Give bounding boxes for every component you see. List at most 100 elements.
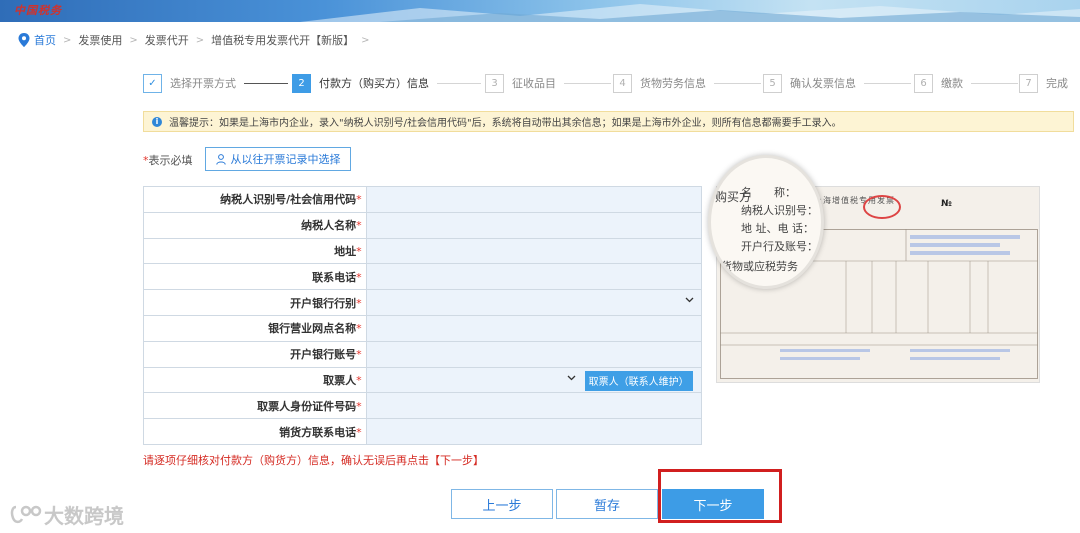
step-4: 4 货物劳务信息 xyxy=(613,73,761,93)
breadcrumb-invoice-use[interactable]: 发票使用 xyxy=(78,32,122,48)
step-number: 6 xyxy=(914,73,933,93)
phone-input[interactable] xyxy=(365,263,703,291)
step-2: 2 付款方（购买方）信息 xyxy=(292,73,481,93)
required-star: * xyxy=(356,348,362,362)
label-text: 开户银行行别 xyxy=(290,296,357,310)
required-hint: *表示必填 xyxy=(143,152,193,168)
seller-phone-input[interactable] xyxy=(365,418,703,445)
buyer-info-form: 纳税人识别号/社会信用代码* 纳税人名称* 地址* 联系电话* 开户银行行别* … xyxy=(143,186,703,445)
taxpayer-name-input[interactable] xyxy=(365,211,703,239)
history-button-label: 从以往开票记录中选择 xyxy=(230,153,341,166)
save-draft-button[interactable]: 暂存 xyxy=(556,489,658,519)
breadcrumb-home[interactable]: 首页 xyxy=(34,32,56,48)
watermark-logo-icon xyxy=(10,505,42,523)
field-label: 取票人身份证件号码* xyxy=(143,392,367,420)
progress-stepper: ✓ 选择开票方式 2 付款方（购买方）信息 3 征收品目 4 货物劳务信息 5 … xyxy=(143,73,1073,93)
step-label: 征收品目 xyxy=(512,77,556,90)
breadcrumb: 首页 > 发票使用 > 发票代开 > 增值税专用发票代开【新版】 > xyxy=(18,32,377,48)
notice-text: 温馨提示：如果是上海市内企业，录入"纳税人识别号/社会信用代码"后，系统将自动带… xyxy=(169,118,842,129)
history-records-button[interactable]: 从以往开票记录中选择 xyxy=(205,147,351,171)
breadcrumb-vat-special[interactable]: 增值税专用发票代开【新版】 xyxy=(211,32,354,48)
label-text: 纳税人名称 xyxy=(301,219,357,233)
contact-maintain-button[interactable]: 取票人（联系人维护） xyxy=(584,370,693,391)
form-row: 取票人身份证件号码* xyxy=(143,392,703,420)
site-logo[interactable]: 中国税务 xyxy=(14,2,62,18)
required-star: * xyxy=(356,270,362,284)
magnifier-line: 地 址、电 话： xyxy=(741,222,814,235)
step-label: 付款方（购买方）信息 xyxy=(319,77,429,90)
step-number: 7 xyxy=(1019,73,1038,93)
step-number: 3 xyxy=(485,73,504,93)
form-row: 银行营业网点名称* xyxy=(143,314,703,342)
step-connector xyxy=(864,82,911,84)
field-label: 销货方联系电话* xyxy=(143,418,367,445)
step-connector xyxy=(437,82,481,84)
step-label: 货物劳务信息 xyxy=(640,77,706,90)
step-number: 5 xyxy=(763,73,782,93)
chevron-down-icon xyxy=(567,375,576,380)
chevron-down-icon xyxy=(685,297,694,303)
label-text: 开户银行账号 xyxy=(290,348,357,362)
chevron-right-icon: > xyxy=(129,34,138,46)
bank-type-select[interactable] xyxy=(365,289,703,316)
field-label: 取票人* xyxy=(143,366,367,394)
step-connector xyxy=(244,82,288,84)
label-text: 取票人 xyxy=(323,373,357,387)
required-star: * xyxy=(356,193,362,207)
form-row: 纳税人识别号/社会信用代码* xyxy=(143,186,703,213)
step-number: 2 xyxy=(292,73,311,93)
bank-account-input[interactable] xyxy=(365,340,703,368)
label-text: 联系电话 xyxy=(312,270,357,284)
step-number: 4 xyxy=(613,73,632,93)
label-text: 销货方联系电话 xyxy=(279,425,357,439)
confirm-warning: 请逐项仔细核对付款方（购货方）信息，确认无误后再点击【下一步】 xyxy=(143,454,484,467)
next-button-highlight xyxy=(658,469,782,523)
required-star: * xyxy=(356,399,362,413)
label-text: 地址 xyxy=(334,244,357,258)
field-label: 开户银行行别* xyxy=(143,289,367,316)
collector-id-input[interactable] xyxy=(365,392,703,420)
step-label: 选择开票方式 xyxy=(170,77,236,90)
info-icon: i xyxy=(152,116,162,127)
required-star: * xyxy=(356,244,362,258)
chevron-right-icon: > xyxy=(195,34,205,46)
step-connector xyxy=(714,82,761,84)
step-connector xyxy=(971,82,1018,84)
location-pin-icon xyxy=(18,33,30,47)
previous-step-button[interactable]: 上一步 xyxy=(451,489,553,519)
form-row: 取票人* 取票人（联系人维护） xyxy=(143,366,703,394)
invoice-seal xyxy=(863,195,901,219)
step-7: 7 完成 xyxy=(1019,73,1068,93)
address-input[interactable] xyxy=(365,237,703,265)
watermark-text: 大数跨境 xyxy=(44,504,124,528)
step-6: 6 缴款 xyxy=(914,73,1018,93)
step-3: 3 征收品目 xyxy=(485,73,611,93)
form-row: 联系电话* xyxy=(143,263,703,291)
bank-branch-input[interactable] xyxy=(365,314,703,342)
form-row: 纳税人名称* xyxy=(143,211,703,239)
required-star: * xyxy=(356,373,362,387)
required-star: * xyxy=(356,219,362,233)
form-row: 地址* xyxy=(143,237,703,265)
required-star: * xyxy=(356,296,362,310)
field-label: 开户银行账号* xyxy=(143,340,367,368)
header-banner: 中国税务 xyxy=(0,0,1080,22)
magnifier-line: 名 称： xyxy=(741,186,796,199)
mountain-illustration xyxy=(300,4,1080,22)
label-text: 银行营业网点名称 xyxy=(268,322,357,336)
required-text: 表示必填 xyxy=(148,154,193,167)
ticket-collector-select[interactable]: 取票人（联系人维护） xyxy=(365,366,703,394)
magnifier-line: 货物或应税劳务 xyxy=(721,260,798,273)
step-label: 完成 xyxy=(1046,77,1068,90)
label-text: 取票人身份证件号码 xyxy=(257,399,357,413)
magnifier-line: 开户行及账号： xyxy=(741,240,818,253)
taxpayer-id-input[interactable] xyxy=(365,186,703,213)
step-label: 确认发票信息 xyxy=(790,77,856,90)
breadcrumb-invoice-issue[interactable]: 发票代开 xyxy=(145,32,189,48)
chevron-right-icon: > xyxy=(361,34,370,46)
checkmark-icon: ✓ xyxy=(143,73,162,93)
user-icon xyxy=(215,153,226,165)
label-text: 纳税人识别号/社会信用代码 xyxy=(220,193,357,207)
step-1: ✓ 选择开票方式 xyxy=(143,73,288,93)
form-row: 开户银行行别* xyxy=(143,289,703,316)
